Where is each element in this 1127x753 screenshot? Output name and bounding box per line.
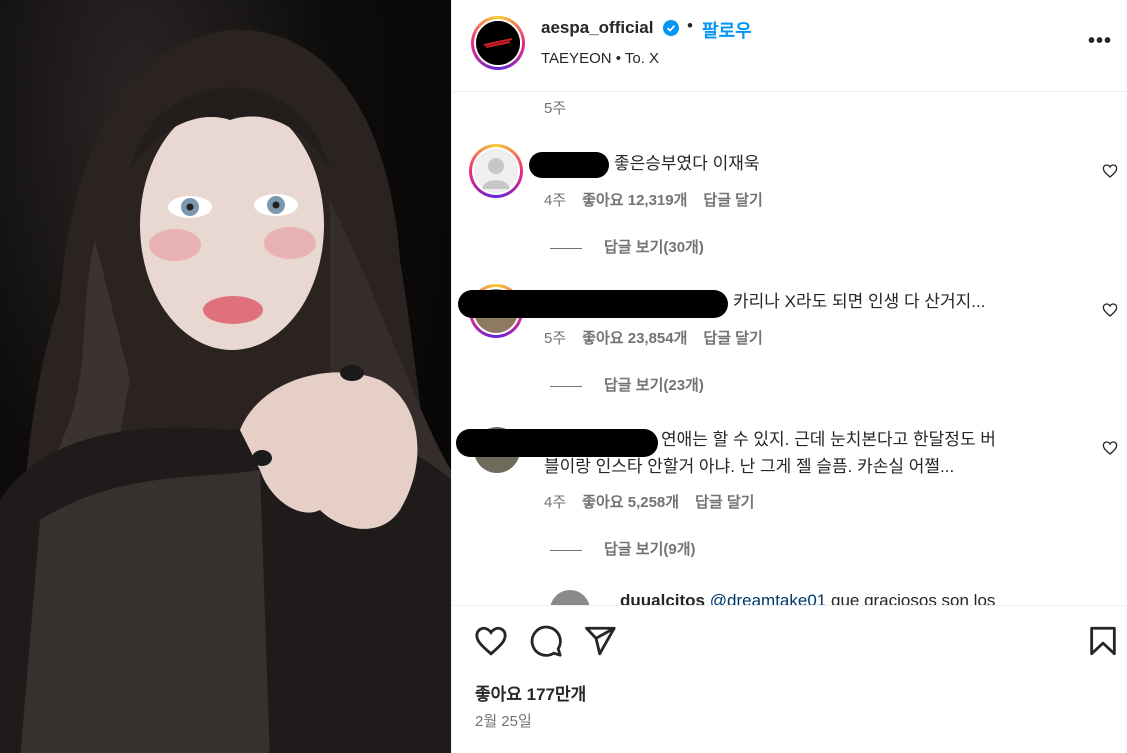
comment-meta: 5주 좋아요 23,854개 답글 달기 [544, 327, 779, 348]
reply-button[interactable]: 답글 달기 [703, 330, 762, 347]
comments-list: 5주 좋은승부였다 이재욱 4주 좋아요 12,319개 답글 달기 답글 보기(3… [452, 93, 1127, 605]
view-replies-button[interactable]: 답글 보기(9개) [550, 538, 696, 559]
share-paper-plane-icon[interactable] [583, 624, 617, 658]
comment-meta: 4주 좋아요 12,319개 답글 달기 [544, 189, 779, 210]
post-date[interactable]: 2월 25일 [475, 710, 532, 731]
reply-mention[interactable]: @dreamtake01 [710, 591, 827, 605]
more-options-icon[interactable]: ••• [1088, 30, 1112, 53]
comment-text-line-2: 블이랑 인스타 안할거 아냐. 난 그게 젤 슬픔. 카손실 어쩔... [544, 457, 955, 476]
reply-avatar[interactable] [550, 590, 590, 605]
replies-line [550, 385, 582, 387]
audio-subtitle[interactable]: TAEYEON • To. X [541, 50, 659, 67]
bookmark-icon[interactable] [1086, 624, 1120, 658]
view-replies-button[interactable]: 답글 보기(23개) [550, 374, 704, 395]
view-replies-label: 답글 보기(23개) [604, 377, 704, 394]
reply-username[interactable]: duualcitos [620, 591, 705, 605]
view-replies-label: 답글 보기(9개) [604, 541, 696, 558]
comment-time: 4주 [544, 494, 567, 511]
comment-likes[interactable]: 좋아요 23,854개 [582, 330, 687, 347]
comment-likes[interactable]: 좋아요 12,319개 [582, 192, 687, 209]
comment-avatar[interactable] [469, 144, 523, 198]
account-username[interactable]: aespa_official [541, 18, 653, 38]
comment-like-heart-icon[interactable] [1102, 440, 1118, 456]
comment-text: 카리나 X라도 되면 인생 다 산거지... [733, 292, 986, 311]
post-photo[interactable] [0, 0, 451, 753]
separator-dot: • [687, 16, 693, 35]
comment-likes[interactable]: 좋아요 5,258개 [582, 494, 679, 511]
replies-line [550, 247, 582, 249]
comment-text: 좋은승부였다 이재욱 [614, 154, 760, 173]
reply-button[interactable]: 답글 달기 [695, 494, 754, 511]
follow-button[interactable]: 팔로우 [702, 17, 752, 43]
default-avatar-icon [474, 149, 518, 193]
post-image [0, 29, 451, 753]
caption-time: 5주 [544, 100, 567, 117]
replies-line [550, 549, 582, 551]
comment-text-line-1: 연애는 할 수 있지. 근데 눈치본다고 한달정도 버 [661, 430, 996, 449]
view-replies-label: 답글 보기(30개) [604, 239, 704, 256]
account-avatar[interactable] [471, 16, 525, 70]
post-detail-panel: aespa_official • 팔로우 TAEYEON • To. X •••… [451, 0, 1127, 753]
comment-bubble-icon[interactable] [529, 624, 563, 658]
reply-text: duualcitos @dreamtake01 que graciosos so… [620, 591, 995, 605]
comment-meta: 4주 좋아요 5,258개 답글 달기 [544, 491, 770, 512]
comment-time: 5주 [544, 330, 567, 347]
aespa-logo-icon [476, 21, 520, 65]
view-replies-button[interactable]: 답글 보기(30개) [550, 236, 704, 257]
reply-body: que graciosos son los [830, 591, 996, 605]
verified-badge-icon [663, 20, 679, 36]
redacted-username [529, 152, 609, 178]
redacted-username [458, 290, 728, 318]
post-header: aespa_official • 팔로우 TAEYEON • To. X ••• [452, 0, 1127, 92]
comment-like-heart-icon[interactable] [1102, 163, 1118, 179]
comment-time: 4주 [544, 192, 567, 209]
post-actions: 좋아요 177만개 2월 25일 [452, 605, 1127, 753]
post-likes-count[interactable]: 좋아요 177만개 [475, 680, 586, 705]
like-heart-icon[interactable] [474, 624, 508, 658]
reply-button[interactable]: 답글 달기 [703, 192, 762, 209]
comment-like-heart-icon[interactable] [1102, 302, 1118, 318]
